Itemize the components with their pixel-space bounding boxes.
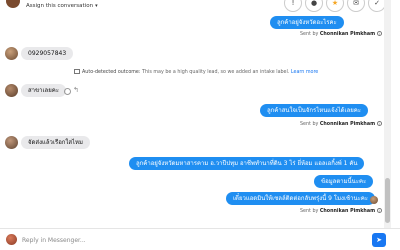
assign-label: Assign this conversation bbox=[26, 3, 94, 9]
learn-more-link[interactable]: Learn more bbox=[291, 70, 318, 75]
send-icon: ➤ bbox=[376, 236, 382, 244]
star-button[interactable]: ★ bbox=[326, 0, 344, 12]
info-icon[interactable]: i bbox=[377, 121, 383, 126]
conversation-view: Assign this conversation ▾ ! ● ★ ✉ ✓ ลูกค… bbox=[0, 0, 400, 250]
send-button[interactable]: ➤ bbox=[372, 233, 386, 247]
alert-icon: ! bbox=[291, 0, 295, 7]
agent-name: Chonnikan Pimkham bbox=[319, 122, 376, 127]
contact-avatar[interactable] bbox=[5, 136, 18, 149]
autodetect-title: Auto-detected outcome: bbox=[82, 70, 141, 75]
agent-name: Chonnikan Pimkham bbox=[319, 209, 376, 214]
sent-by-label: Sent by Chonnikan Pimkham i bbox=[300, 31, 383, 37]
agent-avatar bbox=[6, 234, 17, 245]
contact-avatar[interactable] bbox=[5, 47, 18, 60]
tag-icon: ● bbox=[310, 0, 318, 7]
lead-icon bbox=[74, 69, 80, 74]
assign-conversation-dropdown[interactable]: Assign this conversation ▾ bbox=[26, 3, 98, 9]
auto-detected-outcome-notice: Auto-detected outcome: This may be a hig… bbox=[74, 69, 318, 75]
sent-by-label: Sent by Chonnikan Pimkham i bbox=[300, 121, 383, 127]
reply-icon[interactable]: ↰ bbox=[73, 86, 79, 94]
message-scrollbar[interactable] bbox=[384, 0, 391, 228]
message-bubble-incoming[interactable]: 0929057843 bbox=[21, 47, 74, 60]
sent-by-prefix: Sent by bbox=[300, 122, 319, 127]
message-bubble-outgoing[interactable]: ข้อมูลตามนี้นะคะ bbox=[314, 175, 374, 188]
star-icon: ★ bbox=[331, 0, 339, 7]
contact-avatar[interactable] bbox=[5, 84, 18, 97]
message-bubble-outgoing[interactable]: ลูกค้าอยู่จังหวัดมหาสารคาม อ.วาปีปทุม อา… bbox=[129, 157, 365, 170]
conversation-header: Assign this conversation ▾ ! ● ★ ✉ ✓ bbox=[0, 0, 400, 18]
autodetect-text: This may be a high quality lead, so we a… bbox=[142, 70, 290, 75]
chevron-down-icon: ▾ bbox=[95, 3, 98, 9]
seen-avatar bbox=[370, 196, 378, 204]
react-icon[interactable] bbox=[64, 88, 71, 95]
reply-input[interactable] bbox=[22, 233, 352, 247]
info-icon[interactable]: i bbox=[377, 31, 383, 36]
sent-by-prefix: Sent by bbox=[300, 209, 319, 214]
message-bubble-outgoing[interactable]: ลูกค้าอยู่จังหวัดอะไรคะ bbox=[270, 16, 344, 29]
message-bubble-incoming[interactable]: สาขาเลยคะ bbox=[21, 84, 66, 97]
alert-button[interactable]: ! bbox=[284, 0, 302, 12]
check-icon: ✓ bbox=[374, 0, 380, 7]
reply-composer: ➤ bbox=[0, 228, 400, 250]
sent-by-prefix: Sent by bbox=[300, 32, 319, 37]
message-bubble-outgoing[interactable]: ลูกค้าสนใจเป็นจักรไหนแจ้งได้เลยคะ bbox=[260, 104, 369, 117]
label-button[interactable]: ● bbox=[305, 0, 323, 12]
mark-unread-button[interactable]: ✉ bbox=[347, 0, 365, 12]
message-bubble-outgoing[interactable]: เดี๋ยวแอดมินให้เซลล์ติดต่อกลับพรุ่งนี้ 9… bbox=[226, 192, 376, 205]
sent-by-label: Sent by Chonnikan Pimkham i bbox=[300, 208, 383, 214]
scrollbar-thumb[interactable] bbox=[385, 178, 390, 223]
agent-name: Chonnikan Pimkham bbox=[319, 32, 376, 37]
mail-icon: ✉ bbox=[353, 0, 359, 7]
message-bubble-incoming[interactable]: จัดส่งแล้วเรือกใสไหม bbox=[21, 136, 90, 149]
contact-avatar[interactable] bbox=[6, 0, 20, 8]
info-icon[interactable]: i bbox=[377, 208, 383, 213]
